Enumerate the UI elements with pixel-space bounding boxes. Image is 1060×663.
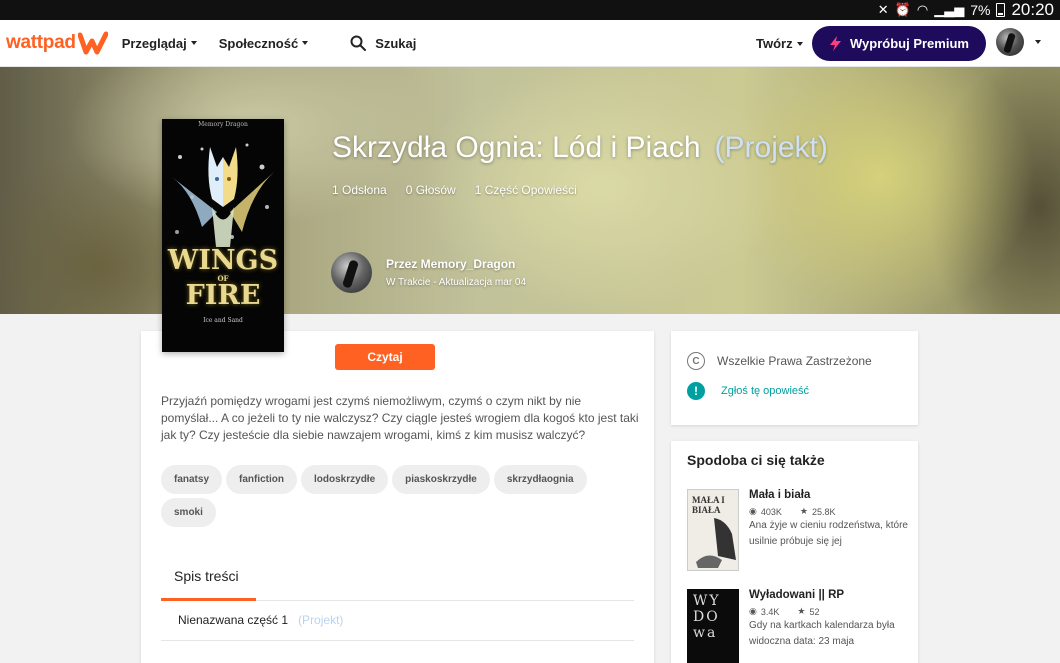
draft-label: (Projekt) (714, 131, 828, 164)
tag-smoki[interactable]: smoki (161, 498, 216, 527)
search-bar (350, 35, 676, 51)
browse-label: Przeglądaj (121, 35, 187, 51)
community-menu[interactable]: Społeczność (218, 35, 309, 51)
star-icon: ★ (799, 506, 808, 516)
alert-icon: ! (687, 382, 705, 400)
premium-label: Wypróbuj Premium (850, 36, 969, 51)
recommendations-title: Spodoba ci się także (687, 452, 825, 468)
clock: 20:20 (1011, 0, 1054, 19)
story-stats: 1 Odsłona 0 Głosów 1 Część Opowieści (332, 183, 577, 197)
toc-part-1[interactable]: Nienazwana część 1 (Projekt) (178, 613, 343, 627)
battery-percent: 7% (970, 2, 991, 18)
battery-icon (996, 3, 1006, 17)
cover-title-line1: WINGS (167, 245, 279, 276)
divider (161, 640, 634, 641)
copyright-label: Wszelkie Prawa Zastrzeżone (717, 354, 872, 368)
rec-votes: 25.8K (811, 506, 836, 517)
recommendation-item[interactable]: MAŁA I BIAŁA Mała i biała ◉ 403K ★ 25.8K… (687, 489, 909, 573)
story-details-card: Czytaj Przyjaźń pomiędzy wrogami jest cz… (141, 331, 654, 663)
eye-icon: ◉ (749, 606, 757, 616)
author-name[interactable]: Przez Memory_Dragon (386, 257, 526, 271)
signal-icon: ▁▃▅ (934, 2, 965, 17)
story-description: Przyjaźń pomiędzy wrogami jest czymś nie… (161, 394, 639, 442)
star-icon: ★ (797, 606, 806, 616)
cover-title-line2: FIRE (185, 280, 261, 311)
copyright-icon: C (687, 352, 705, 370)
copyright-info: C Wszelkie Prawa Zastrzeżone (687, 352, 872, 370)
rec-votes: 52 (809, 606, 820, 617)
avatar (996, 28, 1024, 56)
author-info[interactable]: Przez Memory_Dragon W Trakcie - Aktualiz… (331, 252, 526, 293)
alarm-icon: ⏰ (894, 2, 911, 17)
chevron-down-icon (1035, 40, 1041, 44)
rec-description: Gdy na kartkach kalendarza była widoczna… (749, 620, 895, 647)
create-label: Twórz (756, 36, 793, 51)
tag-fanfiction[interactable]: fanfiction (226, 465, 298, 494)
rec-stats: ◉ 403K ★ 25.8K (749, 506, 909, 517)
cover-author: Memory Dragon (198, 121, 248, 128)
rec-reads: 3.4K (760, 606, 780, 617)
browse-menu[interactable]: Przeglądaj (122, 36, 197, 51)
reads-count: 1 Odsłona (332, 183, 387, 197)
part-title: Nienazwana część 1 (178, 613, 289, 627)
votes-count: 0 Głosów (405, 183, 456, 197)
recommendation-item[interactable]: WY DO wa Wyładowani || RP ◉ 3.4K ★ 52 Gd… (687, 589, 907, 663)
rec-cover[interactable]: MAŁA I BIAŁA (687, 489, 739, 571)
part-draft-label: (Projekt) (298, 613, 344, 627)
cover-title: WINGS OF FIRE (162, 247, 284, 310)
story-title: Skrzydła Ognia: Lód i Piach (Projekt) (332, 131, 828, 165)
rec-title[interactable]: Mała i biała (749, 489, 909, 501)
rec-reads: 403K (760, 506, 782, 517)
story-status: W Trakcie - Aktualizacja mar 04 (386, 277, 527, 288)
report-label: Zgłoś tę opowieść (721, 385, 810, 397)
tag-piaskoskrzydle[interactable]: piaskoskrzydłe (392, 465, 490, 494)
rec-cover-text: WY DO wa (693, 593, 721, 641)
rec-cover[interactable]: WY DO wa (687, 589, 739, 663)
wifi-icon: ◠ (916, 2, 929, 17)
rec-title[interactable]: Wyładowani || RP (749, 589, 909, 601)
chevron-down-icon (302, 41, 309, 45)
logo-text: wattpad (6, 32, 76, 53)
create-menu[interactable]: Twórz (756, 36, 803, 51)
toc-title[interactable]: Spis treści (174, 568, 239, 584)
tag-skrzydlaognia[interactable]: skrzydłaognia (493, 465, 587, 494)
search-icon[interactable] (350, 35, 367, 51)
tag-list: fanatsy fanfiction lodoskrzydłe piaskosk… (161, 465, 631, 527)
community-label: Społeczność (218, 35, 299, 51)
status-bar: ✕ ⏰ ◠ ▁▃▅ 7% 20:20 (0, 0, 1060, 20)
tag-lodoskrzydle[interactable]: lodoskrzydłe (301, 465, 389, 494)
rec-description: Ana żyje w cieniu rodzeństwa, które usil… (749, 520, 908, 547)
wolf-illustration (696, 518, 736, 568)
eye-icon: ◉ (749, 506, 757, 516)
parts-count: 1 Część Opowieści (474, 183, 577, 197)
story-title-text: Skrzydła Ognia: Lód i Piach (332, 131, 701, 164)
recommendations-card: Spodoba ci się także MAŁA I BIAŁA Mała i… (671, 441, 918, 663)
mute-icon: ✕ (877, 2, 889, 17)
story-header: Skrzydła Ognia: Lód i Piach (Projekt) 1 O… (0, 67, 1060, 314)
toc-tab-indicator (161, 598, 256, 601)
top-nav: wattpad Przeglądaj Społeczność Twórz Wyp… (0, 20, 1060, 67)
report-story-link[interactable]: ! Zgłoś tę opowieść (687, 382, 809, 400)
chevron-down-icon (796, 41, 803, 46)
wattpad-w-icon (77, 31, 108, 55)
wattpad-logo[interactable]: wattpad (6, 20, 108, 67)
book-cover[interactable]: Memory Dragon WINGS OF FIRE Ice and Sand (162, 119, 284, 352)
author-avatar[interactable] (331, 252, 372, 293)
rec-stats: ◉ 3.4K ★ 52 (749, 606, 909, 617)
rights-card: C Wszelkie Prawa Zastrzeżone ! Zgłoś tę … (671, 331, 918, 425)
read-button[interactable]: Czytaj (335, 344, 435, 370)
chevron-down-icon (190, 41, 197, 45)
search-input[interactable] (375, 35, 676, 51)
profile-menu[interactable] (996, 28, 1041, 56)
cover-subtitle: Ice and Sand (203, 317, 243, 324)
lightning-icon (830, 36, 842, 51)
premium-button[interactable]: Wypróbuj Premium (812, 26, 986, 61)
tag-fanatsy[interactable]: fanatsy (161, 465, 223, 494)
